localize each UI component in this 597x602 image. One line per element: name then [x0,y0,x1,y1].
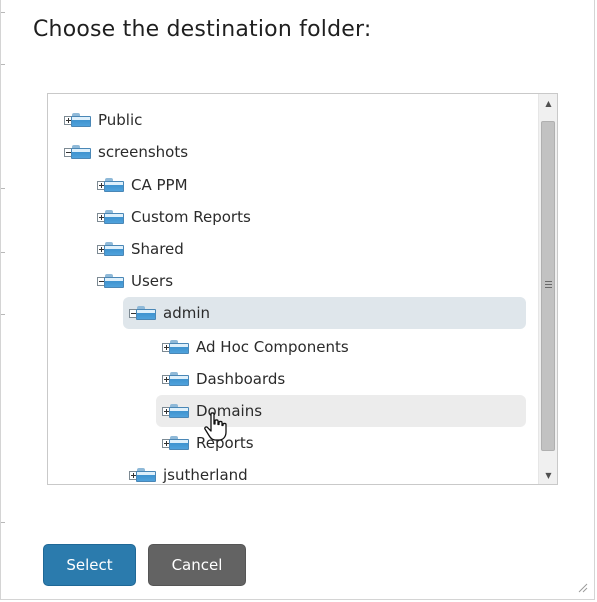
left-border-tick [1,64,5,65]
folder-icon [169,404,189,418]
tree-node-label: jsutherland [163,466,248,484]
tree-node-label: Ad Hoc Components [196,338,349,356]
folder-icon [71,113,91,127]
tree-node-label: Custom Reports [131,208,251,226]
tree-node-label: CA PPM [131,176,188,194]
folder-icon [169,372,189,386]
tree-node-label: Shared [131,240,184,258]
tree-node-label: Users [131,272,174,290]
tree-node-label: admin [163,304,210,322]
scroll-up-arrow-icon[interactable]: ▲ [539,94,557,112]
tree-node-label: Public [98,111,143,129]
hand-cursor-icon [204,412,227,441]
left-border-tick [1,12,5,13]
resize-grip-icon[interactable] [576,581,588,593]
tree-node-shared[interactable]: Shared [97,236,184,262]
vertical-scrollbar[interactable]: ▲ ▼ [538,94,557,484]
select-button[interactable]: Select [43,544,136,586]
folder-tree: Public screenshots CA PPM Custom Reports [48,94,537,484]
scroll-down-arrow-icon[interactable]: ▼ [539,466,557,484]
folder-icon [136,306,156,320]
tree-node-dashboards[interactable]: Dashboards [162,366,285,392]
scrollbar-thumb[interactable] [541,121,555,451]
folder-icon [169,436,189,450]
left-border-tick [1,252,5,253]
tree-node-label: Dashboards [196,370,286,388]
left-border-tick [1,314,5,315]
left-border-tick [1,522,5,523]
dialog-title: Choose the destination folder: [33,17,372,42]
folder-icon [104,274,124,288]
left-border-tick [1,188,5,189]
tree-node-public[interactable]: Public [64,107,142,133]
tree-node-label: screenshots [98,143,189,161]
tree-node-admin[interactable]: admin [123,297,526,329]
folder-icon [104,242,124,256]
folder-icon [169,340,189,354]
tree-node-users[interactable]: Users [97,268,173,294]
choose-folder-dialog: Choose the destination folder: Public sc… [0,0,595,600]
folder-icon [104,210,124,224]
grip-icon [545,281,552,288]
folder-icon [71,145,91,159]
tree-node-ad-hoc-components[interactable]: Ad Hoc Components [162,334,349,360]
tree-node-custom-reports[interactable]: Custom Reports [97,204,251,230]
tree-node-ca-ppm[interactable]: CA PPM [97,172,188,198]
tree-node-screenshots[interactable]: screenshots [64,139,188,165]
folder-icon [136,468,156,482]
cancel-button[interactable]: Cancel [148,544,246,586]
folder-tree-panel[interactable]: Public screenshots CA PPM Custom Reports [47,93,558,485]
folder-icon [104,178,124,192]
tree-node-jsutherland[interactable]: jsutherland [129,462,248,484]
